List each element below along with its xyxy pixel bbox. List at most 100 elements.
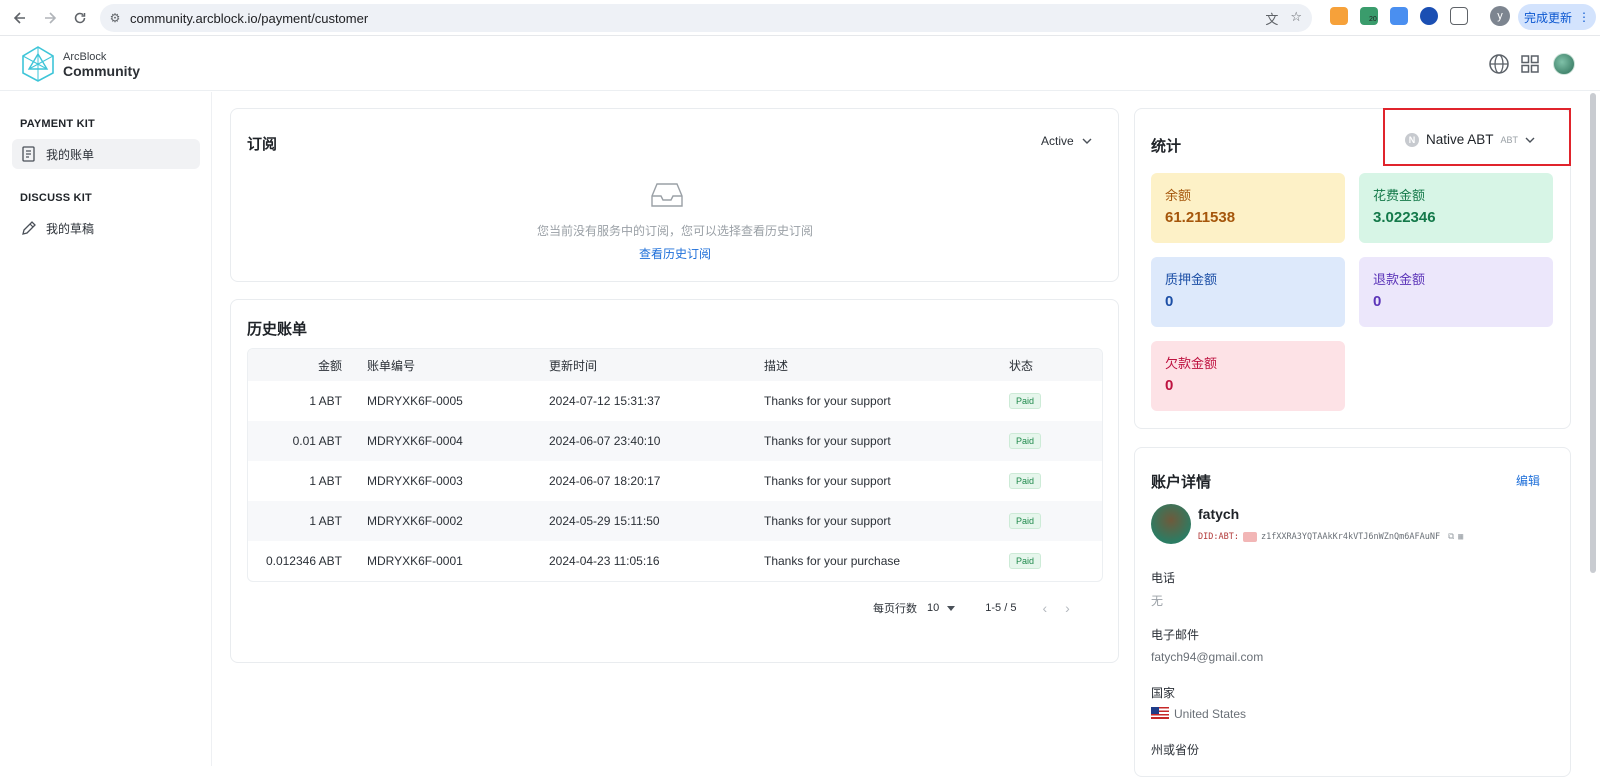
bookmark-star-icon[interactable]: ☆ — [1290, 9, 1302, 28]
update-button[interactable]: 完成更新 ⋮ — [1518, 4, 1596, 30]
did-address: DID:ABT: z1fXXRA3YQTAAkKr4kVTJ6nWZnQm6AF… — [1198, 532, 1463, 542]
back-arrow-icon[interactable] — [8, 6, 32, 30]
stat-label: 欠款金额 — [1165, 356, 1218, 371]
sidebar-item-my-drafts[interactable]: 我的草稿 — [12, 213, 200, 243]
qrcode-icon[interactable]: ▦ — [1458, 532, 1463, 542]
cell-status: Paid — [1009, 381, 1042, 421]
table-row[interactable]: 1 ABT MDRYXK6F-0003 2024-06-07 18:20:17 … — [248, 461, 1102, 501]
user-avatar[interactable] — [1553, 53, 1575, 75]
table-row[interactable]: 0.012346 ABT MDRYXK6F-0001 2024-04-23 11… — [248, 541, 1102, 581]
stat-spent: 花费金额 3.022346 — [1359, 173, 1553, 243]
cell-invoice-number: MDRYXK6F-0002 — [367, 514, 463, 528]
table-row[interactable]: 0.01 ABT MDRYXK6F-0004 2024-06-07 23:40:… — [248, 421, 1102, 461]
rows-per-page-select[interactable]: 10 — [927, 602, 956, 614]
cell-amount: 1 ABT — [309, 394, 342, 408]
column-header-status: 状态 — [1009, 358, 1034, 373]
receipt-icon — [22, 146, 35, 162]
check-extension-icon[interactable] — [1420, 7, 1438, 25]
brand-top: ArcBlock — [63, 51, 107, 63]
field-value-country: United States — [1151, 707, 1246, 721]
cell-updated-time: 2024-07-12 15:31:37 — [549, 394, 661, 408]
cell-updated-time: 2024-06-07 23:40:10 — [549, 434, 661, 448]
invoice-history-title: 历史账单 — [247, 321, 308, 338]
account-details-card: 账户详情 编辑 — [1134, 447, 1571, 777]
cell-description: Thanks for your purchase — [764, 554, 901, 568]
rows-per-page-value: 10 — [927, 602, 940, 614]
brand-name: Community — [63, 63, 140, 79]
cell-invoice-number: MDRYXK6F-0001 — [367, 554, 463, 568]
account-avatar — [1151, 504, 1191, 544]
table-row[interactable]: 1 ABT MDRYXK6F-0002 2024-05-29 15:11:50 … — [248, 501, 1102, 541]
cell-description: Thanks for your support — [764, 394, 891, 408]
page-scrollbar[interactable] — [1590, 93, 1596, 573]
cell-invoice-number: MDRYXK6F-0003 — [367, 474, 463, 488]
pencil-icon — [22, 221, 36, 235]
puzzle-extensions-icon[interactable] — [1450, 7, 1468, 25]
field-label-state: 州或省份 — [1151, 743, 1200, 757]
did-avatar-chip — [1242, 532, 1257, 542]
page-range: 1-5 / 5 — [985, 602, 1017, 614]
empty-subscriptions-text: 您当前没有服务中的订阅，您可以选择查看历史订阅 — [536, 224, 813, 238]
account-name: fatych — [1198, 506, 1240, 522]
stat-value: 0 — [1165, 293, 1174, 310]
sidebar-section-payment-kit: PAYMENT KIT — [20, 118, 95, 130]
cell-description: Thanks for your support — [764, 434, 891, 448]
subscriptions-title: 订阅 — [247, 136, 278, 153]
cell-status: Paid — [1009, 501, 1042, 541]
cell-updated-time: 2024-04-23 11:05:16 — [549, 554, 660, 568]
table-header: 金额 账单编号 更新时间 描述 状态 — [248, 349, 1102, 381]
site-settings-icon[interactable]: ⚙ — [100, 11, 130, 25]
globe-language-icon[interactable] — [1488, 53, 1510, 75]
sidebar-section-discuss-kit: DISCUSS KIT — [20, 192, 92, 204]
cell-status: Paid — [1009, 461, 1042, 501]
subscription-status-select[interactable]: Active — [1041, 134, 1092, 148]
sidebar-item-label: 我的账单 — [46, 147, 95, 162]
stat-value: 61.211538 — [1165, 209, 1236, 226]
reload-icon[interactable] — [68, 6, 92, 30]
translate-icon[interactable]: 文 — [1265, 9, 1278, 28]
column-header-updated-time: 更新时间 — [549, 358, 598, 373]
extension-icon[interactable]: 20 — [1360, 7, 1378, 25]
chevron-down-icon — [1525, 137, 1535, 143]
view-history-link-label[interactable]: 查看历史订阅 — [639, 247, 711, 261]
status-select-value: Active — [1041, 134, 1074, 148]
sidebar-item-my-bills[interactable]: 我的账单 — [12, 139, 200, 169]
cell-amount: 0.01 ABT — [292, 434, 342, 448]
currency-select[interactable]: N Native ABT ABT — [1405, 132, 1535, 147]
copy-icon[interactable]: ⧉ — [1448, 532, 1454, 542]
currency-name: Native ABT — [1426, 132, 1494, 147]
url-text: community.arcblock.io/payment/customer — [130, 10, 369, 26]
subscriptions-card: 订阅 Active 您当前没有服务中的订阅，您可以选择查看历史订阅 查看历史订阅 — [230, 108, 1119, 282]
column-header-invoice-number: 账单编号 — [367, 358, 416, 373]
more-vertical-icon: ⋮ — [1578, 10, 1590, 24]
forward-arrow-icon[interactable] — [38, 6, 62, 30]
currency-coin-icon: N — [1405, 132, 1419, 147]
status-badge: Paid — [1009, 473, 1042, 489]
field-label-phone: 电话 — [1151, 571, 1176, 585]
status-badge: Paid — [1009, 393, 1042, 409]
cell-amount: 0.012346 ABT — [265, 554, 342, 568]
profile-avatar[interactable]: y — [1490, 6, 1510, 26]
did-prefix: DID:ABT: — [1198, 532, 1239, 542]
prev-page-icon[interactable]: ‹ — [1042, 600, 1047, 616]
screen-capture-extension-icon[interactable] — [1390, 7, 1408, 25]
edit-account-link[interactable]: 编辑 — [1516, 472, 1540, 489]
sidebar: PAYMENT KIT 我的账单 DISCUSS KIT 我的草稿 — [0, 92, 212, 766]
view-history-subscriptions-link[interactable]: 查看历史订阅 — [231, 245, 1119, 262]
next-page-icon[interactable]: › — [1065, 600, 1070, 616]
stat-refunded: 退款金额 0 — [1359, 257, 1553, 327]
pagination: 每页行数 10 1-5 / 5 ‹ › — [873, 600, 1070, 616]
apps-grid-icon[interactable] — [1519, 53, 1541, 75]
cell-description: Thanks for your support — [764, 474, 891, 488]
app-header: ArcBlock Community — [0, 37, 1600, 91]
metamask-extension-icon[interactable] — [1330, 7, 1348, 25]
caret-down-icon — [947, 605, 956, 611]
address-bar[interactable]: ⚙ community.arcblock.io/payment/customer… — [100, 4, 1312, 32]
field-value-phone: 无 — [1151, 594, 1164, 608]
cell-status: Paid — [1009, 421, 1042, 461]
cell-amount: 1 ABT — [309, 514, 342, 528]
table-row[interactable]: 1 ABT MDRYXK6F-0005 2024-07-12 15:31:37 … — [248, 381, 1102, 421]
invoice-table: 金额 账单编号 更新时间 描述 状态 1 ABT MDRYXK6F-0005 2… — [247, 348, 1103, 582]
status-badge: Paid — [1009, 553, 1042, 569]
arcblock-logo-icon[interactable] — [20, 45, 56, 83]
